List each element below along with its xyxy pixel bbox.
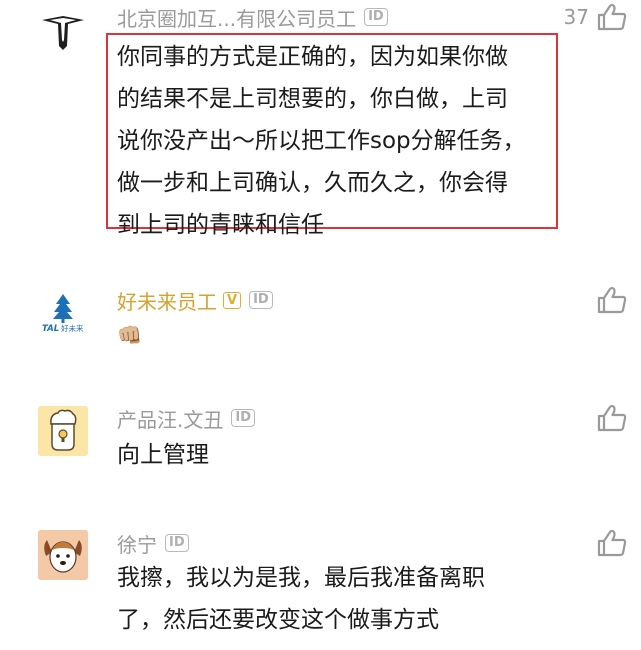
- verified-badge: V: [223, 291, 242, 309]
- comment-text: 👊🏼: [117, 323, 142, 347]
- author-row: 好未来员工 V ID: [117, 286, 273, 314]
- thumbs-up-icon: [597, 286, 627, 314]
- thumbs-up-icon: [597, 529, 627, 557]
- comment-text-line: 的结果不是上司想要的，你白做，上司: [117, 86, 508, 112]
- avatar[interactable]: [38, 406, 88, 456]
- comment-text-line: 你同事的方式是正确的，因为如果你做: [117, 44, 508, 70]
- author-name[interactable]: 好未来员工: [117, 286, 217, 315]
- like-button[interactable]: [597, 286, 627, 314]
- comment-item: TAL 好未来 好未来员工 V ID 👊🏼: [0, 280, 641, 380]
- comment-text-line: 做一步和上司确认，久而久之，你会得: [117, 170, 508, 196]
- comment-item: 北京圈加互...有限公司员工 ID 37 你同事的方式是正确的，因为如果你做 的…: [0, 0, 641, 240]
- avatar[interactable]: [38, 530, 88, 580]
- like-button[interactable]: [597, 404, 627, 432]
- avatar[interactable]: TAL 好未来: [38, 288, 88, 338]
- id-badge: ID: [231, 409, 255, 427]
- comment-text-line: 我擦，我以为是我，最后我准备离职: [117, 565, 485, 591]
- author-row: 徐宁 ID: [117, 529, 189, 557]
- comment-text: 我擦，我以为是我，最后我准备离职 了，然后还要改变这个做事方式: [117, 557, 567, 641]
- author-name[interactable]: 产品汪.文丑: [117, 404, 223, 433]
- comment-text: 向上管理: [117, 442, 209, 468]
- like-count: 37: [563, 5, 589, 29]
- comment-item: 徐宁 ID 我擦，我以为是我，最后我准备离职 了，然后还要改变这个做事方式: [0, 525, 641, 650]
- cartoon-person-avatar-icon: [38, 406, 88, 456]
- id-badge: ID: [165, 534, 189, 552]
- author-row: 产品汪.文丑 ID: [117, 404, 255, 432]
- like-button[interactable]: [597, 529, 627, 557]
- comment-text-line: 到上司的青睐和信任: [117, 212, 324, 238]
- like-button[interactable]: 37: [564, 3, 627, 31]
- id-badge: ID: [364, 8, 388, 26]
- author-row: 北京圈加互...有限公司员工 ID: [117, 3, 388, 31]
- author-name[interactable]: 北京圈加互...有限公司员工: [117, 3, 356, 32]
- thumbs-up-icon: [597, 404, 627, 432]
- comment-text-line: 说你没产出～所以把工作sop分解任务，: [117, 128, 526, 154]
- triangle-logo-icon: [42, 16, 84, 50]
- tal-logo-icon: TAL 好未来: [42, 294, 84, 334]
- avatar[interactable]: [38, 6, 88, 56]
- svg-text:好未来: 好未来: [61, 323, 84, 333]
- dog-avatar-icon: [38, 530, 88, 580]
- svg-text:TAL: TAL: [42, 324, 59, 334]
- thumbs-up-icon: [597, 3, 627, 31]
- comment-text: 你同事的方式是正确的，因为如果你做 的结果不是上司想要的，你白做，上司 说你没产…: [117, 36, 567, 246]
- author-name[interactable]: 徐宁: [117, 529, 157, 558]
- comment-item: 产品汪.文丑 ID 向上管理: [0, 400, 641, 500]
- id-badge: ID: [249, 291, 273, 309]
- comment-text-line: 了，然后还要改变这个做事方式: [117, 607, 439, 633]
